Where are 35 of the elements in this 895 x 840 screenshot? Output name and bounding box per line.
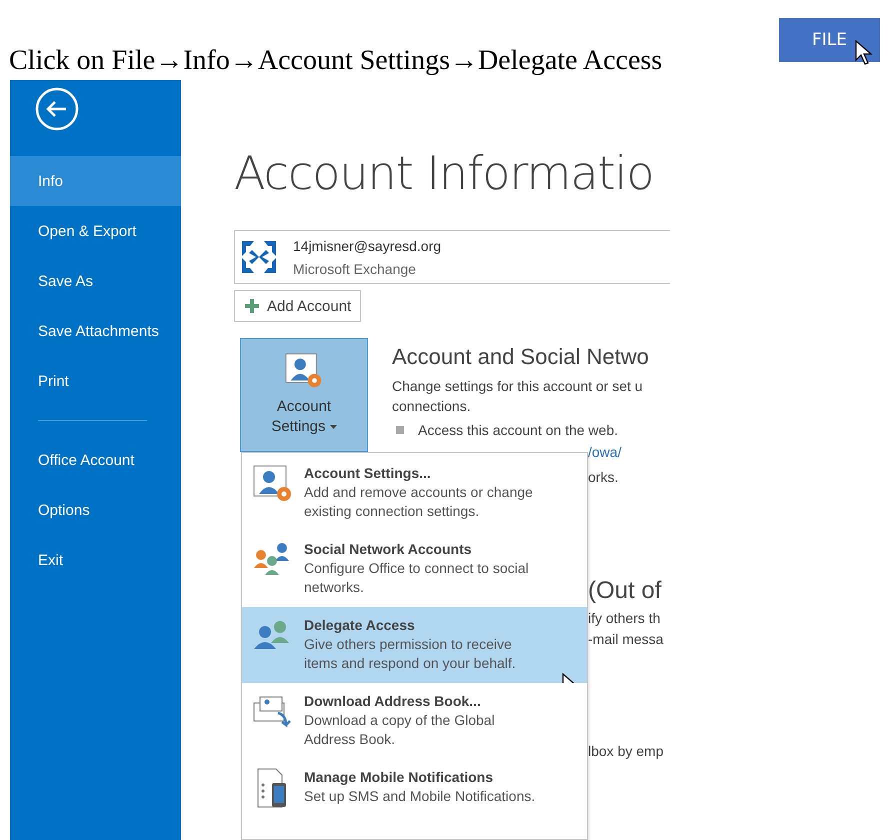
section-text: lbox by emp <box>588 742 664 761</box>
sidebar-item[interactable]: Exit <box>10 535 181 585</box>
section-heading: Account and Social Netwo <box>392 344 650 370</box>
menu-item[interactable]: Social Network Accounts Configure Office to connect to social networks. <box>242 531 587 607</box>
section-text: -mail messa <box>588 630 664 649</box>
section-text: ify others th <box>588 609 662 628</box>
section-text: Access this account on the web. <box>418 421 618 440</box>
menu-item[interactable]: Delegate Access Give others permission to receive items and respond on your behalf. <box>242 607 587 683</box>
section-text: connections. <box>392 397 472 416</box>
page-title: Account Informatio <box>234 146 654 202</box>
sidebar-item[interactable]: Save Attachments <box>10 306 181 356</box>
account-type: Microsoft Exchange <box>293 260 417 276</box>
section-text: Change settings for this account or set u <box>392 377 644 396</box>
bullet-icon <box>396 426 404 434</box>
sidebar-item[interactable]: Print <box>10 356 181 406</box>
web-link[interactable]: /owa/ <box>588 442 664 463</box>
add-account-button[interactable]: Add Account <box>234 290 362 322</box>
menu-item[interactable]: Download Address Book... Download a copy of the Global Address Book. <box>242 683 587 759</box>
account-card[interactable]: 14jmisner@sayresd.org Microsoft Exchange <box>234 230 670 284</box>
back-icon[interactable] <box>34 86 80 132</box>
sidebar-item[interactable]: Open & Export <box>10 206 181 256</box>
plus-icon <box>245 299 259 313</box>
section-heading: (Out of <box>588 576 662 606</box>
sidebar-item[interactable]: Save As <box>10 256 181 306</box>
instruction-text: Click on File→Info→Account Settings→Delegate Access <box>9 44 662 78</box>
menu-item[interactable]: Manage Mobile Notifications Set up SMS and Mobile Notifications. <box>242 759 587 835</box>
sidebar-item[interactable]: Office Account <box>10 435 181 485</box>
caret-icon <box>330 425 337 430</box>
sidebar-item[interactable]: Options <box>10 485 181 535</box>
section-text: orks. <box>588 468 620 487</box>
menu-item[interactable]: Account Settings... Add and remove accounts or change existing connection settings. <box>242 455 587 531</box>
account-email: 14jmisner@sayresd.org <box>293 238 442 254</box>
account-settings-button[interactable]: Account Settings <box>240 338 368 452</box>
file-button[interactable]: FILE <box>779 18 880 62</box>
sidebar-item[interactable]: Info <box>10 156 181 206</box>
